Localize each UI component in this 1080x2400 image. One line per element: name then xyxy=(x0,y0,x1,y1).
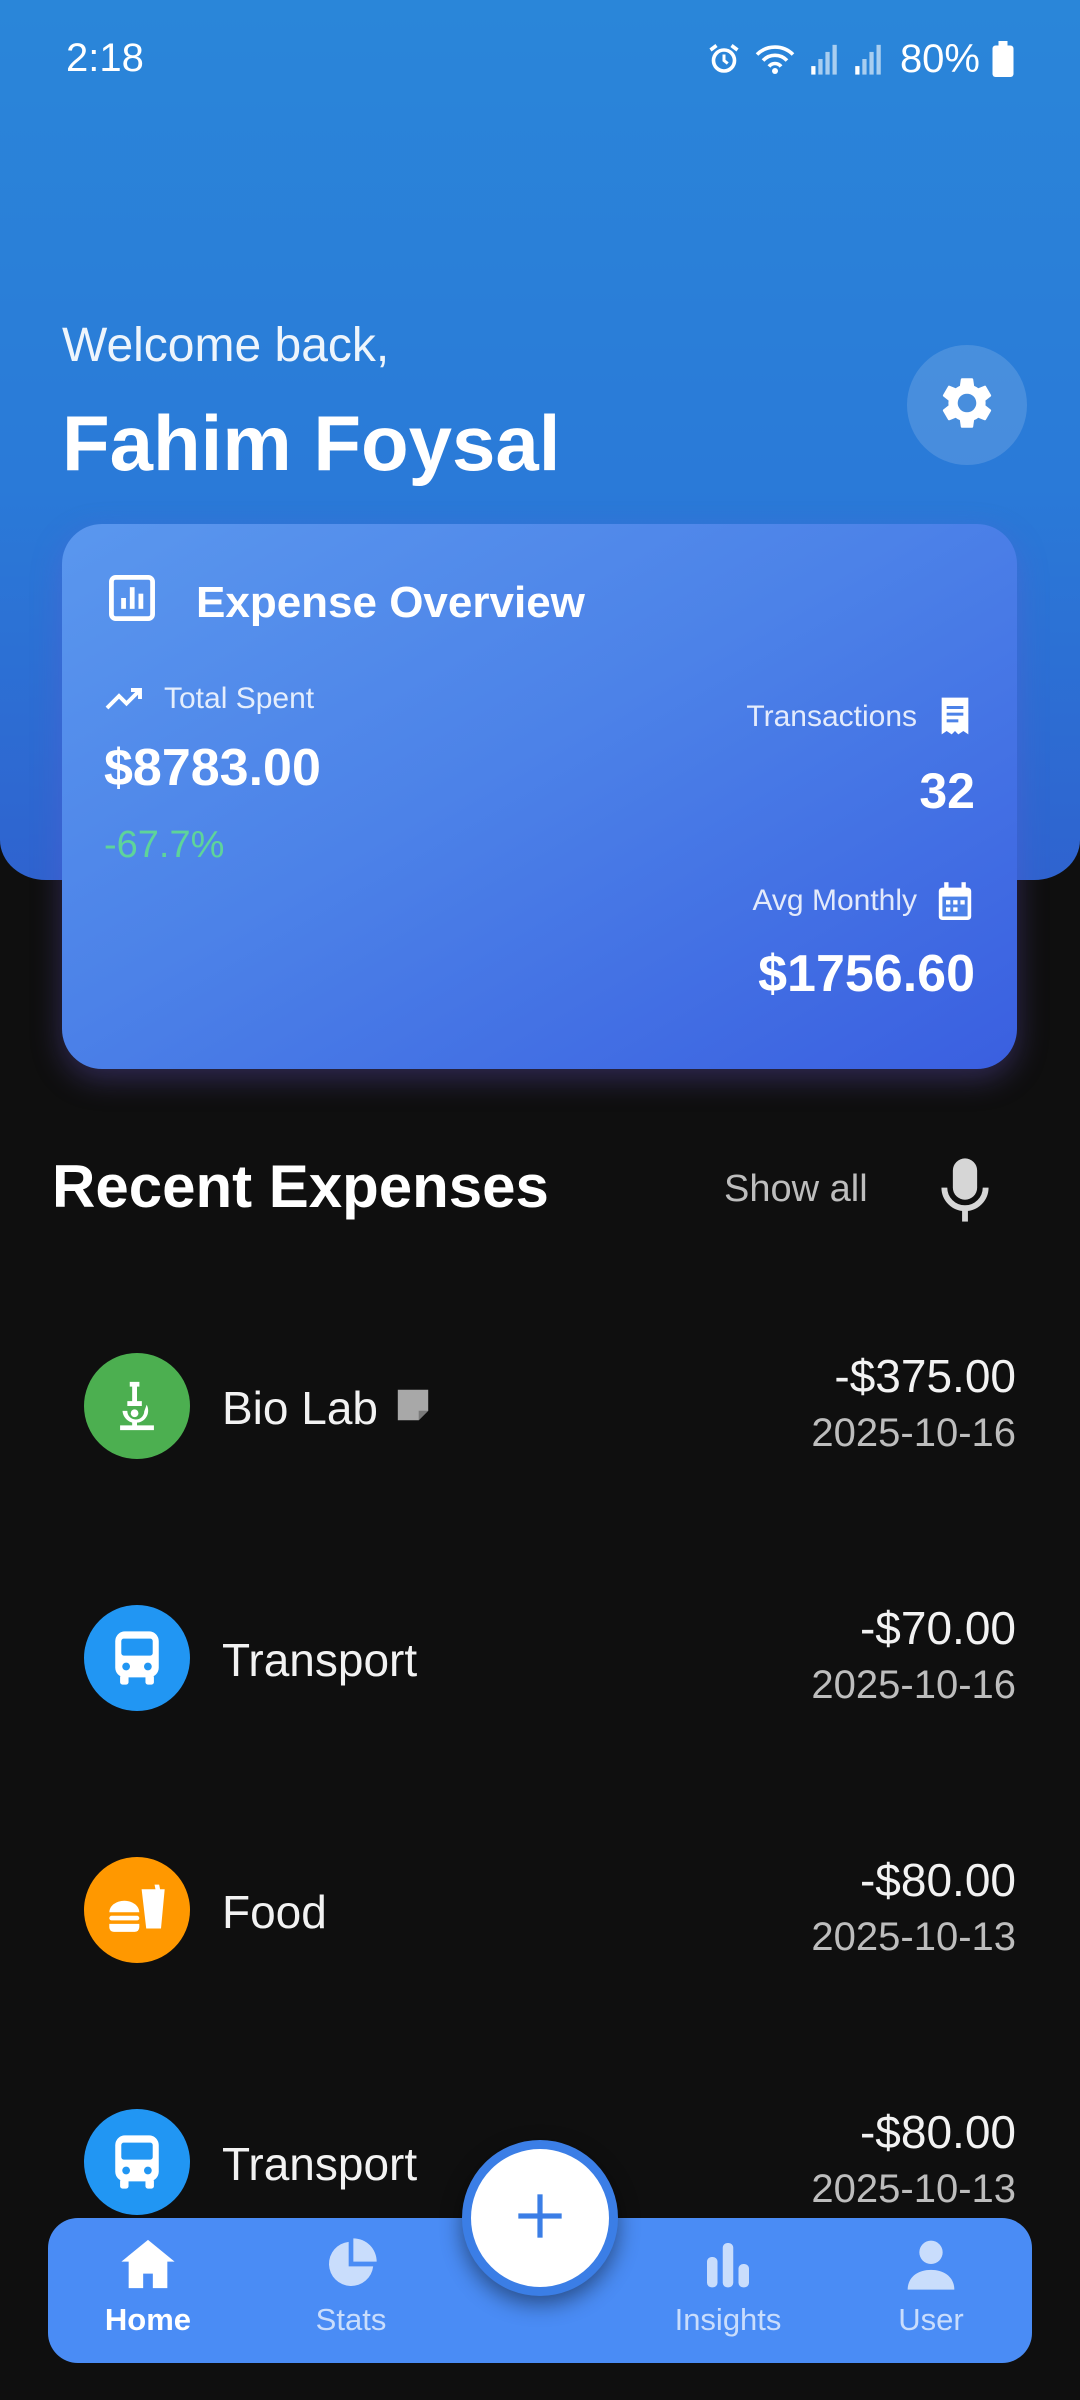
battery-icon xyxy=(992,41,1014,77)
welcome-text: Welcome back, xyxy=(62,319,390,372)
receipt-icon xyxy=(937,696,973,741)
expense-name: Food xyxy=(222,1886,327,1938)
pie-chart-icon xyxy=(271,2236,431,2292)
nav-user[interactable]: User xyxy=(851,2236,1011,2356)
voice-input-button[interactable] xyxy=(930,1152,1000,1232)
expense-date: 2025-10-16 xyxy=(811,1663,1016,1707)
note-icon xyxy=(394,1381,432,1435)
status-icons: 80% xyxy=(706,36,1014,82)
card-title: Expense Overview xyxy=(196,578,585,627)
settings-button[interactable] xyxy=(907,345,1027,465)
add-expense-button[interactable] xyxy=(462,2140,618,2296)
user-name: Fahim Foysal xyxy=(62,399,561,487)
transactions-value: 32 xyxy=(919,763,975,819)
expense-date: 2025-10-13 xyxy=(811,1915,1016,1959)
expense-amount: -$80.00 xyxy=(859,2106,1016,2158)
expense-row[interactable]: Bio Lab -$375.00 2025-10-16 xyxy=(52,1335,1016,1475)
nav-label: Home xyxy=(104,2302,192,2337)
plus-icon xyxy=(514,2190,566,2247)
person-icon xyxy=(851,2236,1011,2292)
signal-icon xyxy=(808,42,840,76)
nav-home[interactable]: Home xyxy=(68,2236,228,2356)
status-time: 2:18 xyxy=(66,36,144,80)
avg-monthly-value: $1756.60 xyxy=(758,945,975,1003)
bar-chart-icon xyxy=(648,2236,808,2292)
show-all-link[interactable]: Show all xyxy=(724,1168,868,1211)
alarm-icon xyxy=(706,41,742,77)
bus-icon xyxy=(84,1605,190,1711)
status-bar: 2:18 80% xyxy=(0,0,1080,120)
bus-icon xyxy=(84,2109,190,2215)
wifi-icon xyxy=(754,41,796,77)
calendar-icon xyxy=(937,882,973,927)
nav-label: User xyxy=(898,2302,964,2337)
nav-insights[interactable]: Insights xyxy=(648,2236,808,2356)
expense-amount: -$375.00 xyxy=(834,1350,1016,1402)
total-spent-label: Total Spent xyxy=(164,682,315,715)
avg-monthly-label: Avg Monthly xyxy=(752,884,917,917)
total-change: -67.7% xyxy=(104,824,225,866)
expense-date: 2025-10-13 xyxy=(811,2167,1016,2211)
recent-expenses-title: Recent Expenses xyxy=(52,1153,549,1220)
total-spent-value: $8783.00 xyxy=(104,739,321,797)
app-root: 2:18 80% Welcome back, Fahim Foysal Expe… xyxy=(0,0,1080,2400)
nav-label: Stats xyxy=(315,2302,387,2337)
nav-label: Insights xyxy=(674,2302,782,2337)
chart-box-icon xyxy=(106,572,158,624)
signal-icon-2 xyxy=(852,42,884,76)
gear-icon xyxy=(936,372,998,439)
expense-name: Bio Lab xyxy=(222,1381,432,1435)
home-icon xyxy=(68,2236,228,2292)
expense-row[interactable]: Transport -$70.00 2025-10-16 xyxy=(52,1587,1016,1727)
fastfood-icon xyxy=(84,1857,190,1963)
microscope-icon xyxy=(84,1353,190,1459)
expense-name: Transport xyxy=(222,1634,418,1686)
battery-level: 80% xyxy=(899,36,980,81)
expense-overview-card[interactable]: Expense Overview Total Spent $8783.00 -6… xyxy=(62,524,1017,1069)
expense-date: 2025-10-16 xyxy=(811,1411,1016,1455)
microphone-icon xyxy=(939,1156,991,1229)
expense-name: Transport xyxy=(222,2138,418,2190)
expense-amount: -$80.00 xyxy=(859,1854,1016,1906)
nav-stats[interactable]: Stats xyxy=(271,2236,431,2356)
transactions-label: Transactions xyxy=(746,700,917,733)
expense-name-text: Bio Lab xyxy=(222,1382,379,1434)
trending-up-icon xyxy=(104,684,146,719)
expense-row[interactable]: Food -$80.00 2025-10-13 xyxy=(52,1839,1016,1979)
expense-amount: -$70.00 xyxy=(859,1602,1016,1654)
